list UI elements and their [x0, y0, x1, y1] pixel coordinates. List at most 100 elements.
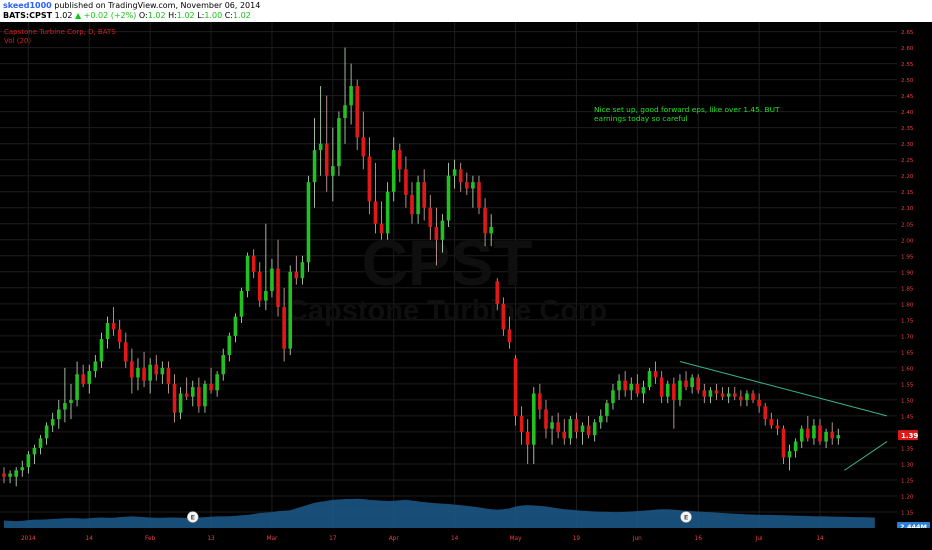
published-text: published on TradingView.com, November 0… — [51, 1, 261, 10]
candle-body — [123, 342, 128, 362]
candle-body — [519, 415, 524, 432]
current-price-label: 1.39 — [901, 432, 918, 440]
candle-body — [580, 425, 585, 432]
time-tick-label: 13 — [207, 536, 215, 542]
candle-body — [556, 422, 560, 432]
author-link[interactable]: skeed1000 — [3, 1, 52, 10]
candle-body — [337, 118, 341, 167]
candle-body — [385, 191, 390, 234]
time-tick-label: Jun — [632, 536, 642, 542]
candle-body — [331, 166, 335, 176]
price-tick-label: 2.60 — [901, 46, 914, 52]
price-chart[interactable]: CPST Capstone Turbine Corp 2.652.602.552… — [0, 22, 932, 550]
candle-body — [221, 355, 226, 375]
candle-body — [477, 182, 481, 208]
candle-body — [50, 419, 55, 426]
close-value: 1.02 — [232, 11, 251, 20]
high-label: H: — [168, 11, 177, 20]
price-axis[interactable]: 2.65 2.60 2.55 2.50 2.45 2.40 2.35 2.30 2.25 2.20… — [897, 22, 932, 531]
candle-body — [2, 473, 6, 477]
candle-body — [105, 323, 110, 340]
price-tick-label: 1.35 — [901, 446, 914, 452]
price-tick-label: 1.20 — [901, 494, 914, 500]
candle-body — [513, 358, 518, 416]
time-tick-label: 17 — [329, 536, 337, 542]
candle-body — [81, 374, 85, 384]
candle-body — [532, 393, 536, 445]
price-tick-label: 2.30 — [901, 142, 914, 148]
candle-body — [647, 371, 652, 388]
candle-body — [763, 406, 768, 420]
time-tick-label: Jul — [755, 536, 763, 542]
candle-body — [501, 303, 506, 330]
candle-body — [745, 393, 749, 400]
candle-body — [830, 431, 834, 439]
candle-body — [184, 393, 189, 397]
candle-body — [465, 182, 469, 189]
time-tick-label: Mar — [266, 536, 278, 542]
candle-body — [732, 393, 737, 397]
earnings-marker-label: E — [684, 513, 688, 521]
candle-body — [751, 393, 755, 400]
candle-body — [574, 419, 579, 432]
price-tick-label: 1.80 — [901, 302, 914, 308]
candle-body — [257, 271, 262, 301]
candle-body — [538, 393, 542, 410]
high-value: 1.02 — [176, 11, 195, 20]
candle-body — [8, 473, 12, 477]
candle-body — [641, 387, 646, 394]
candle-body — [586, 425, 591, 436]
candle-body — [598, 415, 603, 423]
earnings-marker-label: E — [191, 513, 195, 521]
candle — [245, 252, 250, 298]
candle-body — [300, 262, 305, 279]
candle-body — [197, 387, 201, 407]
series-title: Capstone Turbine Corp, D, BATS — [4, 28, 116, 36]
candle-body — [544, 409, 548, 429]
time-tick-label: Feb — [145, 536, 156, 542]
candle-body — [665, 383, 670, 397]
candle-body — [349, 86, 353, 106]
candle-body — [227, 335, 232, 356]
candle-body — [623, 380, 627, 391]
candle-body — [160, 367, 165, 375]
candle-body — [446, 175, 451, 221]
price-tick-label: 1.50 — [901, 398, 914, 404]
time-tick-label: Apr — [389, 536, 400, 542]
price-tick-label: 2.50 — [901, 78, 914, 84]
candle-body — [635, 383, 640, 394]
candle-body — [550, 422, 554, 429]
candle-body — [367, 156, 372, 202]
candle-body — [824, 431, 828, 442]
price-tick-label: 2.10 — [901, 206, 914, 212]
time-tick-label: 16 — [695, 536, 703, 542]
candle-body — [20, 467, 25, 471]
ohlc-line: BATS:CPST 1.02 ▲ +0.02 (+2%) O:1.02 H:1.… — [3, 11, 251, 21]
candle-body — [270, 268, 274, 292]
candle-body — [812, 425, 816, 439]
note-line-2: earnings today so careful — [594, 114, 688, 123]
candle-body — [440, 220, 445, 240]
time-tick-label: May — [510, 536, 523, 542]
candle-body — [117, 329, 122, 343]
candle-body — [178, 393, 183, 413]
price-tick-label: 1.75 — [901, 318, 914, 324]
candle-body — [215, 374, 219, 391]
candle-body — [568, 419, 573, 439]
time-axis[interactable]: 2014 14 Feb 13 Mar 17 Apr 14 May 19 Jun 16 Jul 14 — [0, 528, 932, 550]
open-label: O: — [138, 11, 148, 20]
candle-body — [495, 281, 500, 304]
candle-body — [294, 271, 299, 279]
price-tick-label: 1.60 — [901, 366, 914, 372]
candle-body — [69, 399, 73, 404]
candle-body — [562, 431, 567, 439]
time-tick-label: 19 — [573, 536, 581, 542]
price-tick-label: 2.55 — [901, 62, 914, 68]
candle-body — [525, 431, 530, 445]
candle-body — [678, 380, 682, 400]
candle-body — [44, 425, 49, 439]
candle-body — [836, 435, 841, 439]
candle — [647, 367, 652, 391]
candle-body — [379, 223, 384, 234]
candle-body — [605, 403, 609, 416]
